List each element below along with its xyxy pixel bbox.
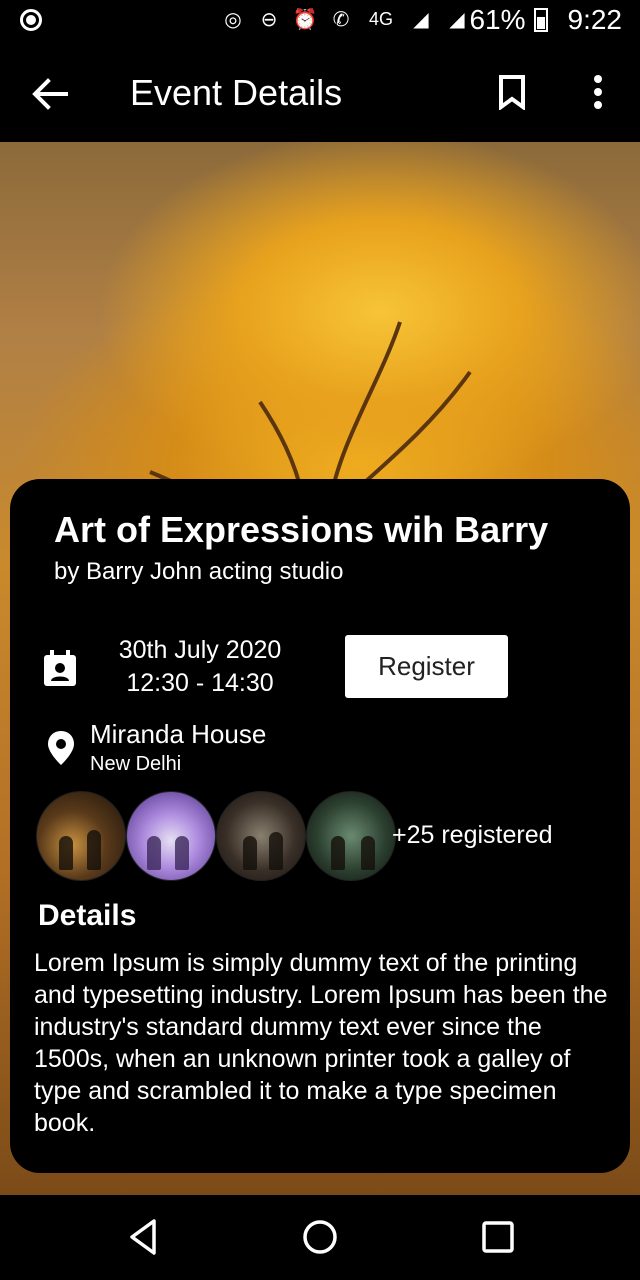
signal-icon: ◢	[449, 7, 465, 31]
nav-back-icon[interactable]	[122, 1215, 166, 1259]
event-date-time-text: 30th July 2020 12:30 - 14:30	[90, 634, 310, 700]
event-time: 12:30 - 14:30	[126, 669, 274, 697]
nav-home-icon[interactable]	[298, 1215, 342, 1259]
calendar-icon	[44, 650, 76, 686]
event-title: Art of Expressions wih Barry	[54, 509, 549, 550]
event-organizer: by Barry John acting studio	[54, 558, 344, 585]
venue-city: New Delhi	[90, 753, 182, 775]
system-nav-bar	[0, 1195, 640, 1280]
status-right: 61% 9:22	[469, 4, 622, 36]
volte-call-icon: ✆	[332, 7, 350, 31]
signal-icon: ◢	[413, 7, 429, 31]
event-card: Art of Expressions wih Barry by Barry Jo…	[10, 479, 630, 1173]
battery-icon	[533, 8, 548, 32]
location-pin-icon	[48, 731, 74, 765]
app-bar: Event Details	[0, 44, 640, 142]
page-title: Event Details	[130, 72, 343, 113]
registered-count: +25 registered	[392, 821, 553, 849]
nav-recents-icon[interactable]	[476, 1215, 520, 1259]
hotspot-icon: ◎	[224, 7, 242, 31]
clock: 9:22	[567, 4, 623, 35]
avatar	[36, 791, 126, 881]
status-bar: ◎ ⊖ ⏰ ✆ 4G ◢ ◢ 61% 9:22	[0, 0, 640, 44]
dnd-icon: ⊖	[260, 7, 278, 31]
status-icons: ◎ ⊖ ⏰ ✆ 4G ◢ ◢	[220, 6, 470, 32]
network-type-label: 4G	[368, 9, 393, 29]
avatar	[216, 791, 306, 881]
alarm-icon: ⏰	[292, 7, 318, 31]
notification-dot-icon	[20, 9, 42, 31]
register-button[interactable]: Register	[345, 635, 508, 698]
avatar	[126, 791, 216, 881]
back-arrow-icon[interactable]	[30, 74, 70, 114]
details-body: Lorem Ipsum is simply dummy text of the …	[34, 949, 608, 1137]
event-date: 30th July 2020	[118, 636, 282, 664]
avatar	[306, 791, 396, 881]
more-vert-icon[interactable]	[584, 74, 612, 110]
bookmark-icon[interactable]	[496, 74, 528, 110]
battery-percent: 61%	[469, 4, 526, 35]
venue-name: Miranda House	[90, 719, 267, 749]
details-heading: Details	[38, 899, 137, 932]
